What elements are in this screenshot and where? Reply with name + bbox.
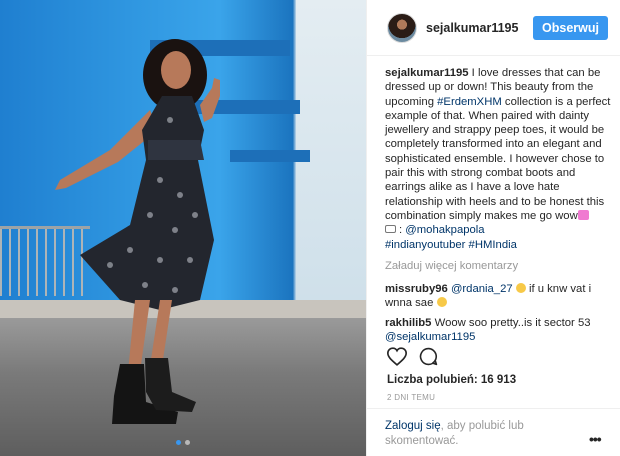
- carousel-dot-active[interactable]: [176, 440, 181, 445]
- caption-text: collection is a perfect example of that.…: [385, 95, 611, 222]
- photo-person: [55, 39, 220, 424]
- heart-icon[interactable]: [386, 347, 408, 371]
- login-link[interactable]: Zaloguj się: [385, 420, 441, 432]
- smile-emoji-icon: [436, 297, 447, 308]
- comment-item: missruby96 @rdania_27 if u knw vat i wnn…: [385, 282, 611, 311]
- comment-icon[interactable]: [419, 347, 438, 371]
- hashtag-link[interactable]: #HMIndia: [469, 239, 517, 251]
- smile-emoji-icon: [515, 283, 526, 294]
- carousel-indicator: [176, 440, 190, 445]
- post-caption: sejalkumar1195 I love dresses that can b…: [385, 67, 611, 251]
- login-prompt: Zaloguj się, aby polubić lub skomentować…: [385, 419, 575, 449]
- comment-author[interactable]: missruby96: [385, 283, 448, 295]
- login-bar: Zaloguj się, aby polubić lub skomentować…: [367, 408, 620, 456]
- caption-author[interactable]: sejalkumar1195: [385, 67, 469, 79]
- instagram-post: sejalkumar1195 Obserwuj sejalkumar1195 I…: [0, 0, 620, 456]
- mention-link[interactable]: @sejalkumar1195: [385, 331, 475, 343]
- camera-emoji-icon: [385, 225, 396, 234]
- mention-link[interactable]: @mohakpapola: [405, 224, 484, 236]
- header-username[interactable]: sejalkumar1195: [426, 21, 533, 35]
- comments-section: sejalkumar1195 I love dresses that can b…: [385, 66, 611, 349]
- hashtag-link[interactable]: #ErdemXHM: [437, 96, 502, 108]
- post-photo[interactable]: [0, 0, 366, 456]
- load-more-comments-button[interactable]: Załaduj więcej komentarzy: [385, 259, 611, 273]
- avatar[interactable]: [387, 12, 417, 43]
- post-details-panel: sejalkumar1195 Obserwuj sejalkumar1195 I…: [366, 0, 620, 456]
- mention-link[interactable]: @rdania_27: [451, 283, 513, 295]
- post-actions: [386, 346, 607, 372]
- more-options-icon[interactable]: •••: [589, 431, 602, 447]
- comment-author[interactable]: rakhilib5: [385, 317, 431, 329]
- comment-text: Woow soo pretty..is it sector 53: [431, 316, 591, 329]
- heart-emoji-icon: [577, 209, 589, 220]
- carousel-dot[interactable]: [185, 440, 190, 445]
- post-timestamp[interactable]: 2 DNI TEMU: [387, 393, 435, 402]
- hashtag-link[interactable]: #indianyoutuber: [385, 239, 465, 251]
- follow-button[interactable]: Obserwuj: [533, 15, 608, 40]
- likes-count[interactable]: Liczba polubień: 16 913: [387, 374, 516, 386]
- comment-item: rakhilib5 Woow soo pretty..is it sector …: [385, 316, 611, 345]
- post-header: sejalkumar1195 Obserwuj: [367, 0, 620, 56]
